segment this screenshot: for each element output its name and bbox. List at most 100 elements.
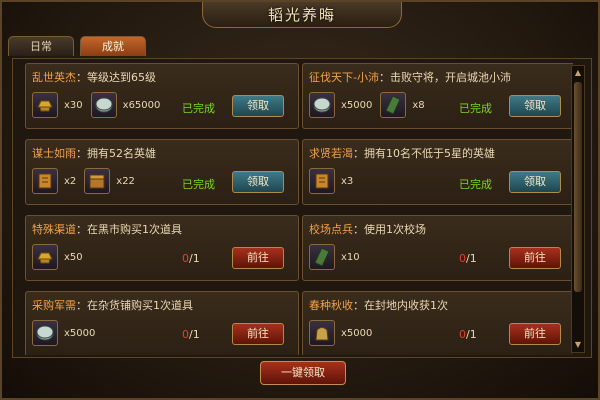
treasure-icon[interactable] [84,168,111,194]
achievement-title: 春种秋收：在封地内收获1次 [309,297,448,313]
book-icon[interactable] [309,168,335,194]
reward-item: x50 [32,244,83,270]
goto-button[interactable]: 前往 [232,247,284,269]
reward-quantity: x50 [64,251,83,263]
status-completed: 已完成 [182,102,215,115]
reward-quantity: x5000 [341,99,373,111]
silver-coin-icon[interactable] [309,92,335,118]
achievement-window: 韬光养晦 日常 成就 乱世英杰：等级达到65级 x30 x65000 已完成 领取 征伐天… [0,0,600,400]
tab-daily[interactable]: 日常 [8,36,74,56]
progress-counter: 0/1 [459,328,477,341]
achievement-card: 采购军需：在杂货铺购买1次道具 x5000 0/1 前往 [25,291,299,355]
progress-current: 0 [459,252,466,265]
achievement-title: 乱世英杰：等级达到65级 [32,69,156,85]
achievement-name: 采购军需 [32,299,76,312]
silver-coin-icon[interactable] [90,92,117,118]
tab-bar: 日常 成就 [8,36,146,56]
reward-item: x5000 [309,320,372,346]
progress-total: /1 [189,328,200,341]
reward-item: x2 [32,168,76,194]
claim-button[interactable]: 领取 [232,95,284,117]
claim-button[interactable]: 领取 [509,171,561,193]
achievement-name: 谋士如雨 [32,147,76,160]
achievement-desc: ：拥有10名不低于5星的英雄 [353,147,495,160]
goto-button[interactable]: 前往 [509,323,561,345]
reward-list: x10 [309,240,360,274]
reward-item: x5000 [32,320,95,346]
achievement-desc: ：拥有52名英雄 [76,147,156,160]
reward-list: x5000 [309,316,372,350]
scroll-down-icon[interactable]: ▼ [573,339,583,351]
reward-item: x30 [32,92,83,118]
achievement-name: 征伐天下-小沛 [309,71,379,84]
reward-quantity: x2 [64,175,77,187]
reward-quantity: x22 [116,175,135,187]
reward-quantity: x5000 [64,327,96,339]
silver-coin-icon[interactable] [32,320,58,346]
progress-counter: 0/1 [459,252,477,265]
achievement-title: 求贤若渴：拥有10名不低于5星的英雄 [309,145,495,161]
progress-counter: 0/1 [182,328,200,341]
progress-total: /1 [189,252,200,265]
grain-sack-icon[interactable] [309,320,335,346]
achievement-card: 校场点兵：使用1次校场 x10 0/1 前往 [302,215,573,281]
achievement-title: 征伐天下-小沛：击败守将，开启城池小沛 [309,69,511,85]
achievement-desc: ：使用1次校场 [353,223,426,236]
achievement-card: 春种秋收：在封地内收获1次 x5000 0/1 前往 [302,291,573,355]
status-completed: 已完成 [459,178,492,191]
reward-quantity: x65000 [122,99,161,111]
window-title: 韬光养晦 [202,2,402,28]
scroll-icon[interactable] [380,92,407,118]
achievement-name: 乱世英杰 [32,71,76,84]
gold-ingot-icon[interactable] [32,92,58,118]
progress-current: 0 [459,328,466,341]
achievement-card: 特殊渠道：在黑市购买1次道具 x50 0/1 前往 [25,215,299,281]
achievement-title: 特殊渠道：在黑市购买1次道具 [32,221,182,237]
progress-current: 0 [182,252,189,265]
achievement-title: 校场点兵：使用1次校场 [309,221,426,237]
reward-quantity: x3 [341,175,354,187]
achievement-desc: ：在封地内收获1次 [353,299,448,312]
claim-all-button[interactable]: 一键领取 [260,361,346,385]
gold-ingot-icon[interactable] [32,244,58,270]
reward-item: x10 [309,244,360,270]
status-completed: 已完成 [459,102,492,115]
achievement-card: 乱世英杰：等级达到65级 x30 x65000 已完成 领取 [25,63,299,129]
reward-list: x3 [309,164,353,198]
book-icon[interactable] [32,168,58,194]
progress-current: 0 [182,328,189,341]
reward-list: x5000 x8 [309,88,425,122]
achievement-card: 征伐天下-小沛：击败守将，开启城池小沛 x5000 x8 已完成 领取 [302,63,573,129]
progress-total: /1 [466,252,477,265]
reward-item: x22 [84,168,135,194]
goto-button[interactable]: 前往 [509,247,561,269]
achievement-card: 谋士如雨：拥有52名英雄 x2 x22 已完成 领取 [25,139,299,205]
achievement-name: 求贤若渴 [309,147,353,160]
achievement-title: 谋士如雨：拥有52名英雄 [32,145,156,161]
achievement-panel: 乱世英杰：等级达到65级 x30 x65000 已完成 领取 征伐天下-小沛：击败守将，开… [12,58,592,358]
tab-achievements[interactable]: 成就 [80,36,146,56]
reward-list: x2 x22 [32,164,135,198]
reward-quantity: x10 [341,251,360,263]
achievement-title: 采购军需：在杂货铺购买1次道具 [32,297,193,313]
progress-counter: 0/1 [182,252,200,265]
achievement-card: 求贤若渴：拥有10名不低于5星的英雄 x3 已完成 领取 [302,139,573,205]
reward-item: x8 [380,92,425,118]
reward-list: x30 x65000 [32,88,160,122]
reward-list: x50 [32,240,83,274]
achievement-name: 校场点兵 [309,223,353,236]
goto-button[interactable]: 前往 [232,323,284,345]
scroll-icon[interactable] [309,244,335,270]
reward-item: x65000 [90,92,161,118]
claim-button[interactable]: 领取 [232,171,284,193]
scroll-thumb[interactable] [574,82,582,292]
claim-button[interactable]: 领取 [509,95,561,117]
reward-item: x5000 [309,92,372,118]
achievement-name: 特殊渠道 [32,223,76,236]
achievement-grid: 乱世英杰：等级达到65级 x30 x65000 已完成 领取 征伐天下-小沛：击败守将，开… [17,63,573,355]
progress-total: /1 [466,328,477,341]
scrollbar[interactable]: ▲ ▼ [571,65,585,353]
reward-item: x3 [309,168,353,194]
reward-quantity: x5000 [341,327,373,339]
scroll-up-icon[interactable]: ▲ [573,67,583,79]
